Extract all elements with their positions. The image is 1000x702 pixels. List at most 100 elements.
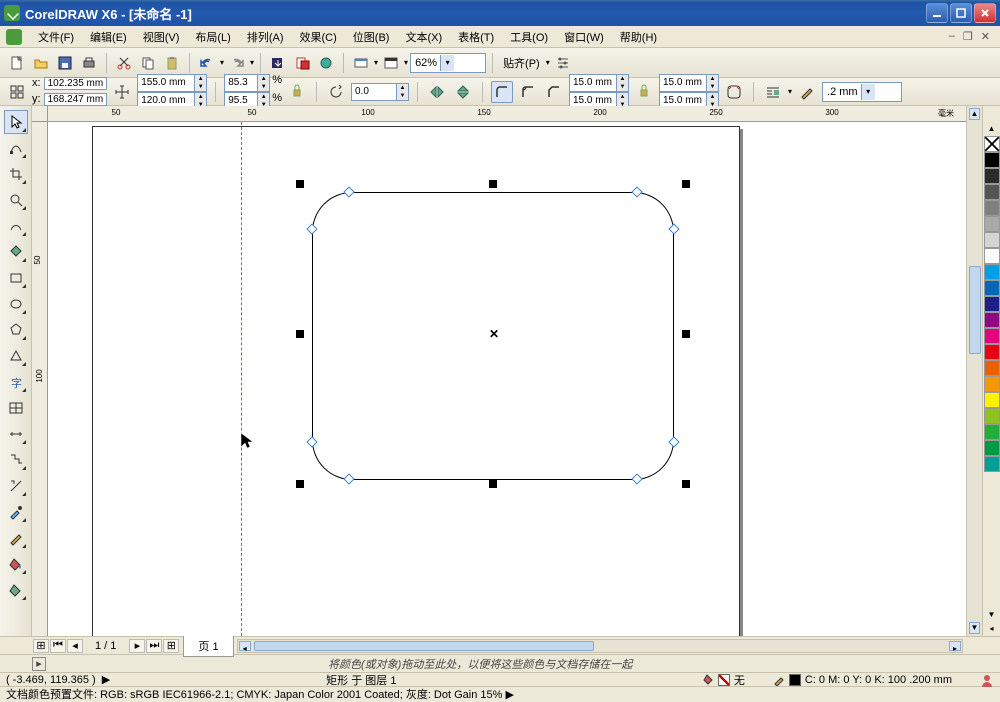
color-swatch[interactable]	[984, 264, 1000, 280]
cut-button[interactable]	[113, 52, 135, 74]
color-swatch[interactable]	[984, 456, 1000, 472]
menu-layout[interactable]: 布局(L)	[187, 27, 238, 47]
corner-scallop-button[interactable]	[517, 81, 539, 103]
lock-ratio-button[interactable]	[286, 81, 308, 103]
mdi-restore-icon[interactable]: ❐	[963, 30, 973, 43]
publish-button[interactable]	[315, 52, 337, 74]
first-page-button[interactable]: ⏮	[50, 639, 66, 653]
add-page-after-button[interactable]: ⊞	[163, 639, 179, 653]
status-arrow-icon[interactable]: ▶	[102, 673, 110, 686]
open-button[interactable]	[30, 52, 52, 74]
print-button[interactable]	[78, 52, 100, 74]
scrollbar-thumb[interactable]	[254, 641, 594, 651]
pick-tool[interactable]	[4, 110, 28, 134]
canvas-area[interactable]: 50 50 100 150 200 250 300 毫米 50 100	[32, 106, 966, 636]
dimension-tool[interactable]	[4, 422, 28, 446]
color-swatch[interactable]	[984, 328, 1000, 344]
selection-handle-ml[interactable]	[296, 330, 304, 338]
color-swatch[interactable]	[984, 424, 1000, 440]
rotation-spinner[interactable]: ▲▼	[397, 83, 409, 101]
menu-file[interactable]: 文件(F)	[30, 27, 82, 47]
minimize-button[interactable]	[926, 3, 948, 23]
palette-flyout-button[interactable]: ◂	[983, 622, 1000, 636]
selection-handle-tl[interactable]	[296, 180, 304, 188]
prev-page-button[interactable]: ◂	[67, 639, 83, 653]
last-page-button[interactable]: ⏭	[146, 639, 162, 653]
no-color-swatch[interactable]	[984, 136, 1000, 152]
color-swatch[interactable]	[984, 280, 1000, 296]
next-page-button[interactable]: ▸	[129, 639, 145, 653]
fill-tool[interactable]	[4, 552, 28, 576]
app-menu-icon[interactable]	[6, 29, 22, 45]
fill-indicator-icon[interactable]	[702, 674, 714, 686]
horizontal-scrollbar[interactable]: ◂ ▸	[237, 639, 963, 653]
new-button[interactable]	[6, 52, 28, 74]
menu-effects[interactable]: 效果(C)	[292, 27, 345, 47]
snap-label[interactable]: 贴齐(P)	[499, 55, 544, 71]
x-field[interactable]: 102.235 mm	[44, 77, 108, 90]
scalex-spinner[interactable]: ▲▼	[258, 74, 270, 92]
welcome-dropdown-icon[interactable]: ▾	[404, 59, 408, 67]
wrap-dropdown-icon[interactable]: ▾	[788, 88, 792, 96]
color-swatch[interactable]	[984, 184, 1000, 200]
scalex-field[interactable]: 85.3	[224, 74, 258, 92]
redo-dropdown-icon[interactable]: ▾	[250, 59, 254, 67]
corner1a-field[interactable]: 15.0 mm	[569, 74, 617, 92]
user-icon[interactable]	[980, 673, 994, 687]
selection-handle-tc[interactable]	[489, 180, 497, 188]
color-swatch[interactable]	[984, 408, 1000, 424]
zoom-combo[interactable]: 62%▾	[410, 53, 486, 73]
basic-shapes-tool[interactable]	[4, 344, 28, 368]
close-button[interactable]	[974, 3, 996, 23]
vertical-scrollbar[interactable]: ▲ ▼	[966, 106, 982, 636]
shape-tool[interactable]	[4, 136, 28, 160]
maximize-button[interactable]	[950, 3, 972, 23]
palette-down-button[interactable]: ▼	[983, 608, 1000, 622]
copy-button[interactable]	[137, 52, 159, 74]
color-swatch[interactable]	[984, 232, 1000, 248]
width-spinner[interactable]: ▲▼	[195, 74, 207, 92]
horizontal-ruler[interactable]: 50 50 100 150 200 250 300 毫米	[48, 106, 966, 122]
menu-help[interactable]: 帮助(H)	[612, 27, 665, 47]
redo-button[interactable]	[226, 52, 248, 74]
scroll-down-button[interactable]: ▼	[969, 622, 980, 634]
chevron-down-icon[interactable]: ▾	[861, 84, 875, 100]
connector-tool[interactable]	[4, 448, 28, 472]
color-swatch[interactable]	[984, 392, 1000, 408]
relative-corner-button[interactable]	[723, 81, 745, 103]
menu-view[interactable]: 视图(V)	[135, 27, 188, 47]
color-swatch[interactable]	[984, 248, 1000, 264]
fill-swatch[interactable]	[718, 674, 730, 686]
menu-edit[interactable]: 编辑(E)	[82, 27, 135, 47]
undo-button[interactable]	[196, 52, 218, 74]
mirror-h-button[interactable]	[426, 81, 448, 103]
corner2a-spinner[interactable]: ▲▼	[707, 74, 719, 92]
color-swatch[interactable]	[984, 200, 1000, 216]
color-swatch[interactable]	[984, 152, 1000, 168]
dock-play-icon[interactable]: ▸	[32, 657, 46, 671]
scroll-left-button[interactable]: ◂	[239, 641, 251, 651]
outline-width-combo[interactable]: .2 mm▾	[822, 82, 902, 102]
text-tool[interactable]: 字	[4, 370, 28, 394]
drawing-canvas[interactable]: ✕	[48, 122, 966, 636]
mdi-close-icon[interactable]: ✕	[981, 30, 990, 43]
undo-dropdown-icon[interactable]: ▾	[220, 59, 224, 67]
export-button[interactable]	[291, 52, 313, 74]
corner-lock-button[interactable]	[633, 81, 655, 103]
dock-nocolor-swatch[interactable]	[50, 657, 64, 671]
launcher-dropdown-icon[interactable]: ▾	[374, 59, 378, 67]
color-swatch[interactable]	[984, 344, 1000, 360]
guide-line[interactable]	[241, 122, 242, 636]
import-button[interactable]	[267, 52, 289, 74]
add-page-button[interactable]: ⊞	[33, 639, 49, 653]
mdi-minimize-icon[interactable]: –	[949, 30, 955, 43]
welcome-button[interactable]	[380, 52, 402, 74]
color-swatch[interactable]	[984, 216, 1000, 232]
ellipse-tool[interactable]	[4, 292, 28, 316]
palette-up-button[interactable]: ▲	[983, 122, 1000, 136]
freehand-tool[interactable]	[4, 214, 28, 238]
table-tool[interactable]	[4, 396, 28, 420]
y-field[interactable]: 168.247 mm	[44, 93, 108, 106]
width-field[interactable]: 155.0 mm	[137, 74, 195, 92]
save-button[interactable]	[54, 52, 76, 74]
